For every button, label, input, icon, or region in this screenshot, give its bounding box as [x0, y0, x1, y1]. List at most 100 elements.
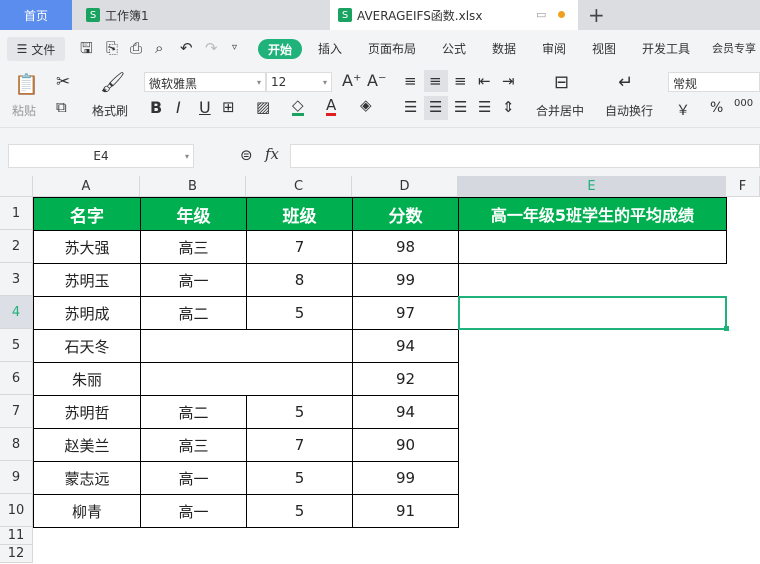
row-header-8[interactable]: 8 [0, 428, 33, 461]
row-header-7[interactable]: 7 [0, 395, 33, 428]
menu-tab-member[interactable]: 会员专享 [712, 40, 756, 56]
menu-tab-insert[interactable]: 插入 [318, 40, 342, 57]
increase-font-icon[interactable]: A⁺ [342, 73, 361, 89]
font-size-select[interactable]: 12 ▾ [266, 72, 332, 92]
table-cell[interactable] [140, 362, 353, 396]
column-header-C[interactable]: C [246, 176, 352, 197]
menu-tab-formulas[interactable]: 公式 [442, 40, 466, 57]
table-cell[interactable]: 5 [246, 395, 353, 429]
number-format-select[interactable]: 常规 [668, 72, 760, 92]
export-icon[interactable]: ⎘ [106, 41, 118, 56]
table-cell[interactable]: 高三 [140, 230, 247, 264]
menu-tab-data[interactable]: 数据 [492, 40, 516, 57]
decrease-indent-icon[interactable]: ⇤ [478, 74, 491, 89]
formula-input[interactable] [290, 144, 760, 168]
table-cell[interactable]: 5 [246, 296, 353, 330]
table-cell[interactable]: 91 [352, 494, 459, 528]
decrease-font-icon[interactable]: A⁻ [367, 73, 386, 89]
table-cell[interactable]: 94 [352, 395, 459, 429]
increase-indent-icon[interactable]: ⇥ [502, 74, 515, 89]
row-header-3[interactable]: 3 [0, 263, 33, 296]
cut-icon[interactable]: ✂ [56, 74, 70, 91]
table-cell[interactable]: 99 [352, 461, 459, 495]
justify-icon[interactable]: ☰ [478, 100, 491, 115]
table-cell[interactable]: 高一 [140, 461, 247, 495]
row-header-9[interactable]: 9 [0, 461, 33, 494]
tab-workbook1[interactable]: S 工作簿1 [74, 0, 326, 30]
align-left-icon[interactable]: ☰ [404, 100, 417, 115]
table-cell[interactable]: 赵美兰 [33, 428, 141, 462]
column-header-E[interactable]: E [458, 176, 726, 197]
table-cell[interactable]: 高二 [140, 395, 247, 429]
save-icon[interactable]: 🖫 [80, 41, 93, 56]
table-cell[interactable]: 高三 [140, 428, 247, 462]
fx-icon[interactable]: fx [265, 147, 279, 162]
merge-center-button[interactable]: 合并居中 [536, 102, 584, 119]
currency-button[interactable]: ￥ [676, 100, 690, 120]
table-cell[interactable]: 高一 [140, 494, 247, 528]
italic-icon[interactable]: I [176, 100, 181, 116]
zoom-formula-icon[interactable]: ⊜ [240, 148, 253, 163]
borders-icon[interactable]: ⊞ [222, 100, 235, 115]
font-name-select[interactable]: 微软雅黑 ▾ [144, 72, 266, 92]
table-cell[interactable]: 高二 [140, 296, 247, 330]
tab-averageifs[interactable]: S AVERAGEIFS函数.xlsx ▭ [330, 0, 578, 30]
selected-cell-E4[interactable] [458, 296, 727, 330]
file-menu-button[interactable]: ☰ 文件 [7, 37, 65, 61]
new-tab-button[interactable]: + [588, 0, 608, 30]
table-cell[interactable]: 90 [352, 428, 459, 462]
name-box[interactable]: E4 ▾ [8, 144, 194, 168]
menu-tab-review[interactable]: 审阅 [542, 40, 566, 57]
row-header-11[interactable]: 11 [0, 527, 33, 545]
menu-tab-developer[interactable]: 开发工具 [642, 40, 690, 57]
table-cell[interactable]: 苏大强 [33, 230, 141, 264]
row-header-4[interactable]: 4 [0, 296, 33, 329]
format-painter-button[interactable]: 格式刷 [92, 102, 128, 119]
redo-icon[interactable]: ↷ [205, 41, 218, 56]
table-cell[interactable]: 石天冬 [33, 329, 141, 363]
align-center-button[interactable]: ☰ [424, 96, 448, 120]
column-header-F[interactable]: F [726, 176, 760, 197]
print-icon[interactable]: ⎙ [130, 41, 142, 56]
table-cell[interactable]: 8 [246, 263, 353, 297]
paste-icon[interactable]: 📋 [14, 74, 39, 94]
row-header-10[interactable]: 10 [0, 494, 33, 527]
header-cell[interactable]: 班级 [246, 197, 353, 231]
table-cell[interactable]: 苏明玉 [33, 263, 141, 297]
table-cell[interactable]: 99 [352, 263, 459, 297]
table-cell[interactable]: 92 [352, 362, 459, 396]
header-cell[interactable]: 分数 [352, 197, 459, 231]
clear-format-icon[interactable]: ◈ [360, 98, 372, 113]
monitor-icon[interactable]: ▭ [536, 8, 546, 21]
percent-button[interactable]: % [710, 100, 723, 116]
table-cell[interactable]: 5 [246, 494, 353, 528]
font-color-icon[interactable]: A [326, 98, 337, 116]
table-cell[interactable]: 94 [352, 329, 459, 363]
undo-icon[interactable]: ↶ [180, 41, 193, 56]
header-cell[interactable]: 名字 [33, 197, 141, 231]
copy-icon[interactable]: ⧉ [56, 100, 67, 115]
table-cell[interactable]: 苏明成 [33, 296, 141, 330]
menu-tab-view[interactable]: 视图 [592, 40, 616, 57]
align-right-icon[interactable]: ☰ [454, 100, 467, 115]
row-header-12[interactable]: 12 [0, 545, 33, 563]
thousands-button[interactable]: 000 [734, 98, 753, 109]
table-cell[interactable]: 朱丽 [33, 362, 141, 396]
more-chevron-icon[interactable]: ▿ [232, 43, 237, 53]
column-header-B[interactable]: B [140, 176, 246, 197]
align-top-icon[interactable]: ≡ [404, 74, 417, 89]
table-cell[interactable]: 高一 [140, 263, 247, 297]
wrap-text-button[interactable]: 自动换行 [605, 102, 653, 119]
paste-button[interactable]: 粘贴 [12, 102, 36, 119]
row-header-5[interactable]: 5 [0, 329, 33, 362]
table-cell[interactable]: 98 [352, 230, 459, 264]
menu-tab-page-layout[interactable]: 页面布局 [368, 40, 416, 57]
result-cell-E2[interactable] [458, 230, 727, 264]
select-all-corner[interactable] [0, 176, 33, 197]
menu-tab-home[interactable]: 开始 [258, 39, 302, 59]
table-cell[interactable]: 5 [246, 461, 353, 495]
print-preview-icon[interactable]: ⌕ [155, 41, 163, 56]
tab-home[interactable]: 首页 [0, 0, 72, 30]
bold-icon[interactable]: B [150, 100, 162, 116]
column-header-D[interactable]: D [352, 176, 458, 197]
